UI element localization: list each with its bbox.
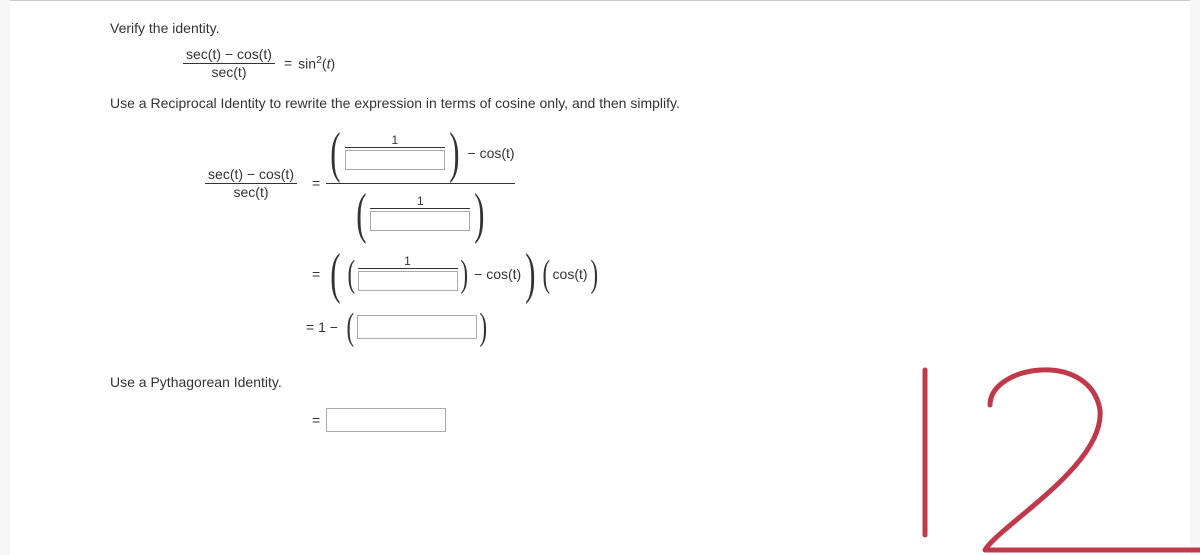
step2-row: = ( ( 1 ) − cos(t) ) ( cos(t) ) bbox=[110, 244, 1190, 304]
instruction-pythagorean: Use a Pythagorean Identity. bbox=[110, 374, 1190, 390]
paren-close-icon: ) bbox=[449, 125, 459, 181]
minus-cos-label: − cos(t) bbox=[468, 145, 515, 161]
step2-expr: ( ( 1 ) − cos(t) ) ( cos(t) ) bbox=[326, 246, 600, 302]
identity-lhs-den: sec(t) bbox=[208, 64, 249, 81]
step1-lhs-frac: sec(t) − cos(t) sec(t) bbox=[205, 166, 297, 201]
step1-lhs-num: sec(t) − cos(t) bbox=[205, 166, 297, 183]
identity-lhs-num: sec(t) − cos(t) bbox=[183, 46, 275, 63]
identity-rhs: sin2(t) bbox=[298, 54, 335, 72]
one-minus-label: = 1 − bbox=[306, 319, 338, 335]
paren-close-icon: ) bbox=[525, 246, 535, 302]
blank-input-5[interactable] bbox=[326, 408, 446, 432]
equals-sign: = bbox=[284, 55, 292, 71]
paren-close-icon: ) bbox=[479, 308, 487, 346]
step1-denominator: ( 1 ) bbox=[352, 184, 489, 244]
paren-open-icon: ( bbox=[542, 255, 550, 293]
blank-input-2[interactable] bbox=[370, 211, 470, 231]
fraction-bar bbox=[358, 268, 458, 269]
identity-lhs-fraction: sec(t) − cos(t) sec(t) bbox=[183, 46, 275, 81]
handwriting-annotation bbox=[870, 335, 1200, 555]
identity-equation: sec(t) − cos(t) sec(t) = sin2(t) bbox=[180, 46, 1190, 81]
step4-row: = bbox=[110, 400, 1190, 440]
blank-input-4[interactable] bbox=[357, 315, 477, 339]
paren-open-icon: ( bbox=[346, 308, 354, 346]
paren-close-icon: ) bbox=[475, 186, 485, 242]
one-label: 1 bbox=[404, 254, 411, 268]
verify-title: Verify the identity. bbox=[110, 20, 1190, 36]
instruction-pythagorean-text: Use a Pythagorean Identity. bbox=[110, 374, 282, 390]
step1-denominator-innerfrac: 1 bbox=[370, 194, 470, 233]
blank-input-1[interactable] bbox=[345, 150, 445, 170]
fraction-bar bbox=[345, 147, 445, 148]
paren-close-icon: ) bbox=[460, 255, 468, 293]
step1-lhs-den: sec(t) bbox=[231, 184, 272, 201]
step1-lhs: sec(t) − cos(t) sec(t) bbox=[110, 166, 300, 201]
instruction-reciprocal-text: Use a Reciprocal Identity to rewrite the… bbox=[110, 95, 680, 111]
step3-row: = 1 − ( ) bbox=[110, 304, 1190, 350]
verify-title-text: Verify the identity. bbox=[110, 20, 219, 36]
paren-open-icon: ( bbox=[347, 255, 355, 293]
one-label: 1 bbox=[417, 194, 424, 208]
step1-numerator: ( 1 ) − cos(t) bbox=[326, 123, 514, 183]
paren-open-icon: ( bbox=[330, 246, 340, 302]
step1-row: sec(t) − cos(t) sec(t) = ( 1 ) − cos(t) bbox=[110, 123, 1190, 244]
equals-sign: = bbox=[312, 175, 320, 191]
worksheet-page: Verify the identity. sec(t) − cos(t) sec… bbox=[10, 0, 1190, 555]
paren-open-icon: ( bbox=[330, 125, 340, 181]
step1-big-fraction: ( 1 ) − cos(t) ( 1 ) bbox=[326, 123, 514, 244]
equals-sign: = bbox=[312, 266, 320, 282]
blank-input-3[interactable] bbox=[358, 271, 458, 291]
paren-open-icon: ( bbox=[356, 186, 366, 242]
step2-innerfrac: 1 bbox=[358, 254, 458, 293]
paren-close-icon: ) bbox=[590, 255, 598, 293]
cos-t-label: cos(t) bbox=[553, 266, 588, 282]
fraction-bar bbox=[370, 208, 470, 209]
instruction-reciprocal: Use a Reciprocal Identity to rewrite the… bbox=[110, 95, 1190, 111]
one-label: 1 bbox=[392, 133, 399, 147]
step1-numerator-innerfrac: 1 bbox=[345, 133, 445, 172]
step2-inner: ( 1 ) − cos(t) bbox=[345, 254, 521, 293]
equals-sign: = bbox=[312, 412, 320, 428]
step3-paren: ( ) bbox=[344, 308, 489, 346]
minus-cos-label: − cos(t) bbox=[474, 266, 521, 282]
